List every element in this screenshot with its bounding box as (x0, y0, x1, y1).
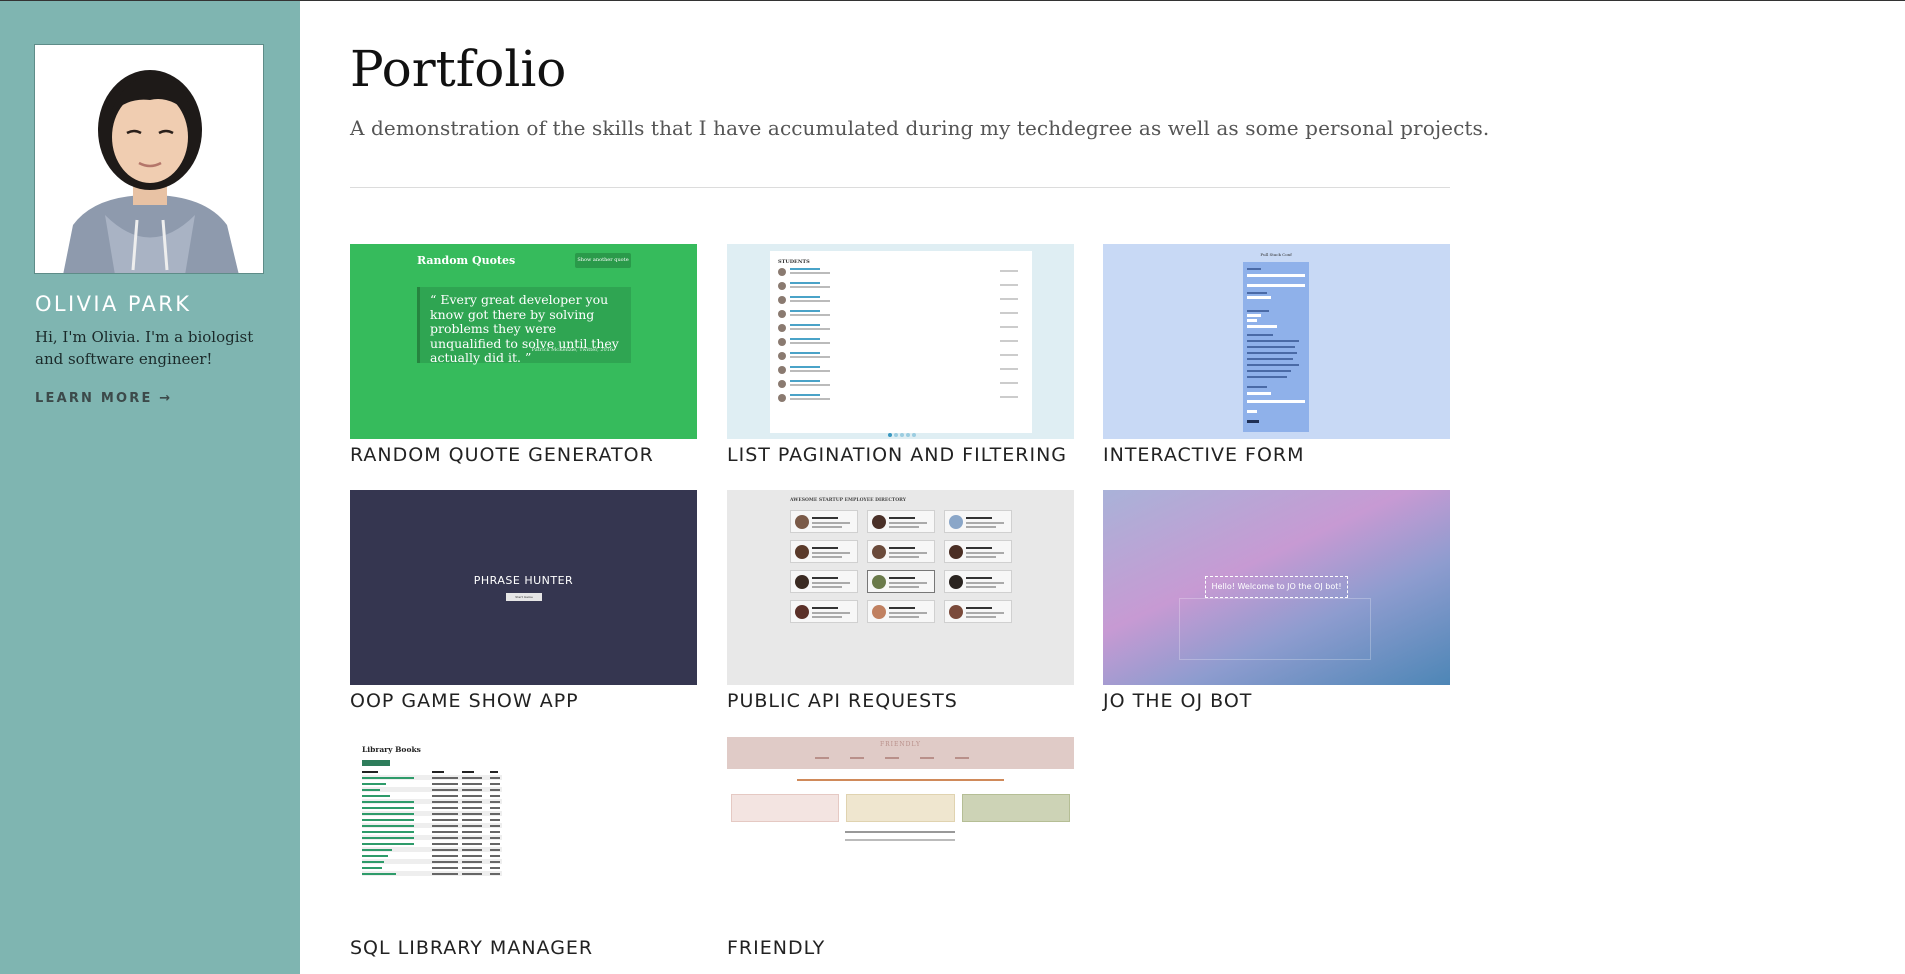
employee-card (790, 540, 858, 563)
project-caption[interactable]: OOP GAME SHOW APP (350, 690, 697, 712)
list-item (778, 365, 1024, 375)
project-caption[interactable]: INTERACTIVE FORM (1103, 444, 1450, 466)
project-card-friendly[interactable]: FRIENDLY FRIENDLY (727, 737, 1074, 959)
list-page: STUDENTS (770, 251, 1032, 437)
pagination (888, 422, 918, 439)
form-preview (1243, 262, 1309, 432)
employee-card (944, 570, 1012, 593)
list-item (778, 337, 1024, 347)
api-heading: AWESOME STARTUP EMPLOYEE DIRECTORY (790, 498, 906, 503)
employee-card (867, 570, 935, 593)
learn-more-link[interactable]: LEARN MORE → (35, 391, 172, 406)
project-card-list-pagination[interactable]: STUDENTS LIST PAGINATION AND FILTERING (727, 244, 1074, 466)
chat-frame (1179, 598, 1371, 660)
employee-card (867, 600, 935, 623)
divider (350, 187, 1450, 188)
list-item (778, 323, 1024, 333)
quote-citation: Patrick McKenzie, Twitter, 2016 (531, 346, 613, 353)
start-game-button: Start Game (506, 593, 542, 601)
list-item (778, 267, 1024, 277)
project-card-public-api[interactable]: AWESOME STARTUP EMPLOYEE DIRECTORY PUBLI… (727, 490, 1074, 712)
quote-button: Show another quote (575, 253, 631, 268)
project-card-sql-library[interactable]: Library Books SQL LIBRARY MANAGER (350, 737, 697, 959)
employee-card (944, 600, 1012, 623)
profile-bio: Hi, I'm Olivia. I'm a biologist and soft… (35, 328, 254, 368)
project-thumbnail[interactable]: STUDENTS (727, 244, 1074, 439)
profile-photo (34, 44, 264, 274)
create-book-button (362, 760, 390, 766)
sidebar: OLIVIA PARK Hi, I'm Olivia. I'm a biolog… (0, 1, 300, 974)
project-caption[interactable]: LIST PAGINATION AND FILTERING (727, 444, 1074, 466)
employee-card (867, 540, 935, 563)
list-item (778, 295, 1024, 305)
project-card-interactive-form[interactable]: Full Stack Conf INTERACTIVE FORM (1103, 244, 1450, 466)
list-item (778, 281, 1024, 291)
project-thumbnail[interactable]: FRIENDLY (727, 737, 1074, 932)
list-item (778, 379, 1024, 389)
list-item (778, 309, 1024, 319)
project-caption[interactable]: RANDOM QUOTE GENERATOR (350, 444, 697, 466)
project-card-oj-bot[interactable]: Hello! Welcome to JO the OJ bot! JO THE … (1103, 490, 1450, 712)
project-thumbnail[interactable]: Library Books (350, 737, 697, 932)
phrase-hunter-title: PHRASE HUNTER (473, 574, 574, 587)
bot-welcome-message: Hello! Welcome to JO the OJ bot! (1205, 576, 1348, 598)
project-caption[interactable]: PUBLIC API REQUESTS (727, 690, 1074, 712)
friendly-header: FRIENDLY (727, 737, 1074, 769)
employee-card (790, 570, 858, 593)
list-item (778, 351, 1024, 361)
page-title: Portfolio (350, 40, 567, 98)
list-item (778, 393, 1024, 403)
project-caption[interactable]: FRIENDLY (727, 937, 1074, 959)
project-caption[interactable]: JO THE OJ BOT (1103, 690, 1450, 712)
library-heading: Library Books (362, 745, 421, 754)
project-caption[interactable]: SQL LIBRARY MANAGER (350, 937, 697, 959)
feature-box (731, 794, 839, 822)
friendly-footer-line (845, 831, 955, 833)
feature-box (846, 794, 955, 822)
employee-card (867, 510, 935, 533)
feature-box (962, 794, 1070, 822)
employee-card (944, 540, 1012, 563)
profile-name: OLIVIA PARK (35, 292, 192, 316)
friendly-footer-line (845, 839, 955, 841)
list-heading: STUDENTS (778, 259, 810, 265)
project-thumbnail[interactable]: Full Stack Conf (1103, 244, 1450, 439)
project-thumbnail[interactable]: Random Quotes Show another quote “ Every… (350, 244, 697, 439)
employee-card (790, 510, 858, 533)
project-card-oop-game-show[interactable]: PHRASE HUNTER Start Game OOP GAME SHOW A… (350, 490, 697, 712)
portrait-image (35, 45, 263, 273)
quote-heading: Random Quotes (417, 254, 516, 267)
project-thumbnail[interactable]: PHRASE HUNTER Start Game (350, 490, 697, 685)
employee-card (944, 510, 1012, 533)
project-card-random-quote[interactable]: Random Quotes Show another quote “ Every… (350, 244, 697, 466)
employee-card (790, 600, 858, 623)
friendly-tagline (797, 779, 1004, 781)
form-heading: Full Stack Conf (1260, 252, 1292, 257)
friendly-nav (815, 757, 990, 759)
friendly-brand: FRIENDLY (879, 741, 922, 748)
project-thumbnail[interactable]: Hello! Welcome to JO the OJ bot! (1103, 490, 1450, 685)
page-subtitle: A demonstration of the skills that I hav… (350, 116, 1490, 140)
quote-box: “ Every great developer you know got the… (417, 287, 631, 365)
project-thumbnail[interactable]: AWESOME STARTUP EMPLOYEE DIRECTORY (727, 490, 1074, 685)
